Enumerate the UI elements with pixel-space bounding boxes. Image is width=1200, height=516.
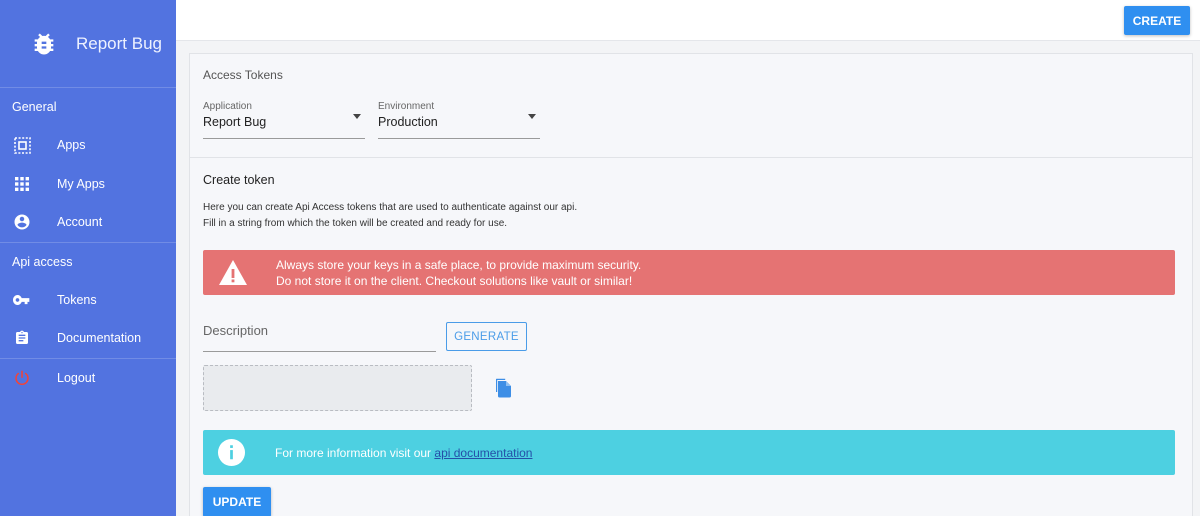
warning-icon	[219, 259, 247, 285]
sidebar: Report Bug General Apps My Apps Account …	[0, 0, 176, 516]
help-line: Here you can create Api Access tokens th…	[203, 202, 578, 213]
description-input[interactable]	[203, 319, 436, 338]
warning-line: Always store your keys in a safe place, …	[276, 257, 642, 272]
brand[interactable]: Report Bug	[0, 0, 176, 88]
card-title: Access Tokens	[203, 68, 283, 82]
app-title: Report Bug	[76, 33, 162, 53]
main-content: Access Tokens Application Report Bug Env…	[176, 41, 1200, 516]
sidebar-item-tokens[interactable]: Tokens	[0, 281, 176, 320]
create-token-help: Here you can create Api Access tokens th…	[203, 200, 577, 231]
update-button[interactable]: UPDATE	[203, 487, 271, 516]
info-message: For more information visit our	[275, 445, 435, 460]
application-select[interactable]: Application Report Bug	[203, 101, 365, 139]
warning-text: Always store your keys in a safe place, …	[276, 257, 641, 289]
environment-select[interactable]: Environment Production	[378, 101, 540, 139]
application-value: Report Bug	[203, 115, 267, 129]
create-token-title: Create token	[203, 173, 275, 187]
environment-label: Environment	[378, 101, 435, 112]
power-icon	[12, 368, 32, 388]
chevron-down-icon	[528, 114, 536, 119]
copy-icon[interactable]	[495, 377, 515, 399]
account-circle-icon	[12, 212, 32, 232]
dots-grid-icon	[12, 174, 32, 194]
info-text: For more information visit our api docum…	[275, 446, 532, 460]
key-icon	[12, 290, 32, 310]
apps-grid-icon	[12, 135, 32, 155]
sidebar-item-label: Apps	[57, 138, 86, 153]
sidebar-item-documentation[interactable]: Documentation	[0, 319, 176, 358]
sidebar-item-label: Tokens	[57, 292, 97, 307]
create-button[interactable]: CREATE	[1124, 6, 1190, 35]
sidebar-item-label: My Apps	[57, 176, 105, 191]
token-output[interactable]	[203, 365, 472, 411]
warning-alert: Always store your keys in a safe place, …	[203, 250, 1175, 295]
application-label: Application	[203, 101, 252, 112]
sidebar-item-label: Documentation	[57, 331, 142, 346]
info-alert: For more information visit our api docum…	[203, 430, 1175, 475]
sidebar-item-my-apps[interactable]: My Apps	[0, 165, 176, 204]
sidebar-item-label: Account	[57, 215, 103, 230]
warning-line: Do not store it on the client. Checkout …	[276, 273, 633, 288]
section-general: General	[12, 100, 57, 114]
bug-icon	[34, 33, 54, 54]
sidebar-item-logout[interactable]: Logout	[0, 359, 176, 398]
clipboard-icon	[12, 328, 32, 348]
api-documentation-link[interactable]: api documentation	[434, 446, 532, 460]
sidebar-item-account[interactable]: Account	[0, 203, 176, 242]
access-tokens-card: Access Tokens Application Report Bug Env…	[189, 53, 1193, 516]
environment-value: Production	[378, 115, 438, 129]
top-bar: CREATE	[176, 0, 1200, 41]
info-icon	[217, 438, 246, 467]
chevron-down-icon	[353, 114, 361, 119]
sidebar-item-apps[interactable]: Apps	[0, 126, 176, 165]
generate-button[interactable]: GENERATE	[446, 322, 527, 351]
card-header: Access Tokens Application Report Bug Env…	[190, 54, 1192, 158]
help-line: Fill in a string from which the token wi…	[203, 217, 508, 229]
description-field[interactable]	[203, 319, 436, 352]
sidebar-item-label: Logout	[57, 370, 96, 385]
section-api-access: Api access	[12, 254, 73, 269]
